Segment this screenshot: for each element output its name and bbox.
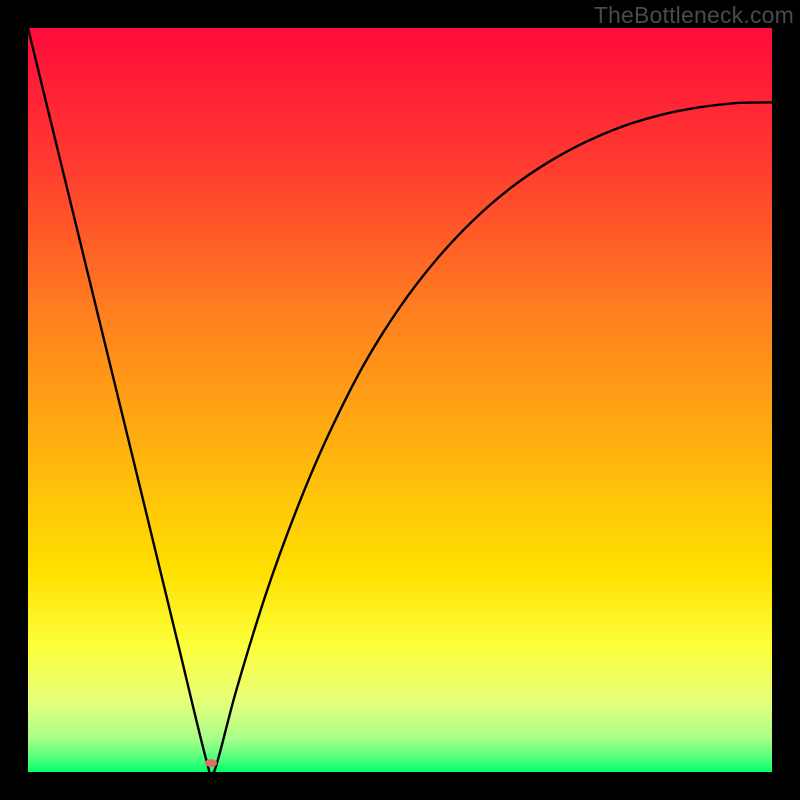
chart-frame: TheBottleneck.com xyxy=(0,0,800,800)
watermark-text: TheBottleneck.com xyxy=(594,2,794,29)
min-marker xyxy=(205,759,217,767)
plot-area xyxy=(28,28,772,772)
gradient-background xyxy=(28,28,772,772)
chart-svg xyxy=(28,28,772,772)
